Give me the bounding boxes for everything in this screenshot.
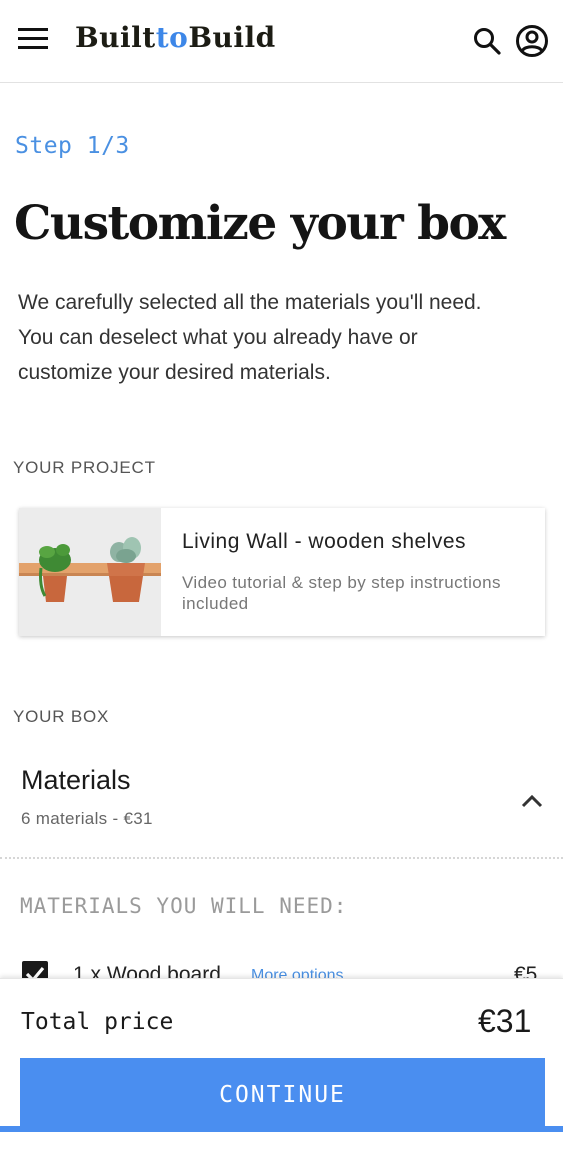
search-icon[interactable] (472, 26, 502, 56)
step-indicator: Step 1/3 (15, 133, 130, 159)
menu-icon[interactable] (18, 28, 48, 50)
materials-title: Materials (21, 765, 131, 795)
logo-text-to: to (155, 21, 189, 54)
continue-button[interactable]: CONTINUE (20, 1058, 545, 1132)
site-logo[interactable]: BuilttoBuild (75, 20, 276, 56)
your-project-label: YOUR PROJECT (13, 458, 156, 477)
logo-text-build: Build (188, 21, 276, 54)
project-name: Living Wall - wooden shelves (182, 530, 467, 553)
checkout-footer: Total price €31 CONTINUE (0, 978, 563, 1150)
total-price-label: Total price (21, 1009, 174, 1035)
materials-needed-label: MATERIALS YOU WILL NEED: (20, 894, 348, 918)
project-card[interactable]: Living Wall - wooden shelves Video tutor… (19, 508, 545, 636)
materials-accordion-header[interactable]: Materials 6 materials - €31 (0, 755, 563, 855)
project-image (19, 508, 161, 636)
top-header: BuilttoBuild (0, 0, 563, 83)
bottom-accent-bar (0, 1126, 563, 1132)
your-box-label: YOUR BOX (13, 707, 110, 726)
chevron-up-icon[interactable] (520, 793, 544, 809)
total-price-value: €31 (478, 1003, 532, 1039)
logo-text-built: Built (75, 21, 156, 54)
project-description: Video tutorial & step by step instructio… (182, 573, 501, 613)
dotted-divider (0, 857, 563, 859)
materials-summary: 6 materials - €31 (21, 809, 153, 828)
user-icon[interactable] (515, 24, 549, 58)
page-title: Customize your box (14, 196, 506, 251)
intro-text: We carefully selected all the materials … (18, 291, 482, 384)
